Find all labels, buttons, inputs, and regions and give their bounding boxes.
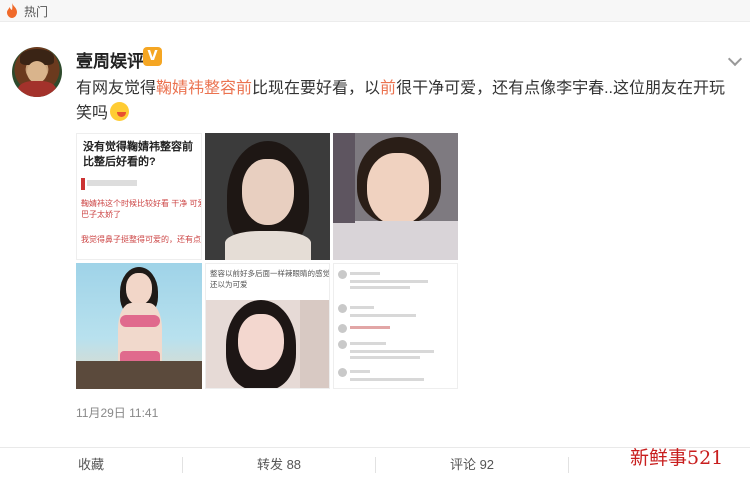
image-thumbnail-1[interactable]: 没有觉得鞠婧祎整容前比整后好看的? 鞠婧祎这个时候比较好看 干净 可爱 整容 巴… bbox=[76, 133, 202, 260]
fire-icon bbox=[7, 3, 17, 18]
watermark-text: 新鲜事521 bbox=[630, 447, 724, 469]
favorite-button[interactable]: 收藏 bbox=[0, 448, 182, 481]
screenshot-line: 巴子太娇了 bbox=[81, 210, 121, 219]
top-bar: 热门 bbox=[0, 0, 750, 22]
comment-row bbox=[338, 368, 451, 388]
verified-badge-icon: V bbox=[143, 47, 162, 66]
author-name[interactable]: 壹周娱评 bbox=[76, 47, 144, 72]
image-thumbnail-3[interactable] bbox=[333, 133, 458, 260]
caption-line: 还以为可爱 bbox=[210, 280, 248, 289]
topic-link[interactable]: 鞠婧祎整容前 bbox=[156, 80, 252, 97]
keyword-link[interactable]: 前 bbox=[380, 80, 396, 97]
comment-button[interactable]: 评论 92 bbox=[376, 448, 568, 481]
caption-line: 整容以前好多后面一样辣眼睛的感觉~ bbox=[210, 269, 330, 278]
comment-row bbox=[338, 270, 451, 294]
image-thumbnail-2[interactable] bbox=[205, 133, 330, 260]
comment-row bbox=[338, 340, 451, 364]
image-grid: 没有觉得鞠婧祎整容前比整后好看的? 鞠婧祎这个时候比较好看 干净 可爱 整容 巴… bbox=[76, 133, 458, 389]
hot-label[interactable]: 热门 bbox=[24, 3, 48, 20]
screenshot-line: 我觉得鼻子挺整得可爱的，还有点像李宇 bbox=[81, 235, 201, 244]
author-avatar[interactable] bbox=[12, 47, 62, 97]
screenshot-title: 没有觉得鞠婧祎整容前比整后好看的? bbox=[83, 141, 193, 168]
post-timestamp[interactable]: 11月29日 11:41 bbox=[76, 404, 158, 421]
repost-button[interactable]: 转发 88 bbox=[183, 448, 375, 481]
chevron-down-icon[interactable] bbox=[727, 51, 743, 67]
screenshot-line: 鞠婧祎这个时候比较好看 干净 可爱 整容 bbox=[81, 199, 201, 208]
post-text: 有网友觉得鞠婧祎整容前比现在要好看，以前很干净可爱，还有点像李宇春..这位朋友在… bbox=[76, 80, 725, 122]
image-thumbnail-4[interactable] bbox=[76, 263, 202, 389]
image-thumbnail-5[interactable]: 整容以前好多后面一样辣眼睛的感觉~ 还以为可爱 bbox=[205, 263, 330, 389]
divider bbox=[568, 457, 569, 473]
grinning-face-emoji-icon bbox=[110, 102, 130, 121]
image-thumbnail-6[interactable] bbox=[333, 263, 458, 389]
